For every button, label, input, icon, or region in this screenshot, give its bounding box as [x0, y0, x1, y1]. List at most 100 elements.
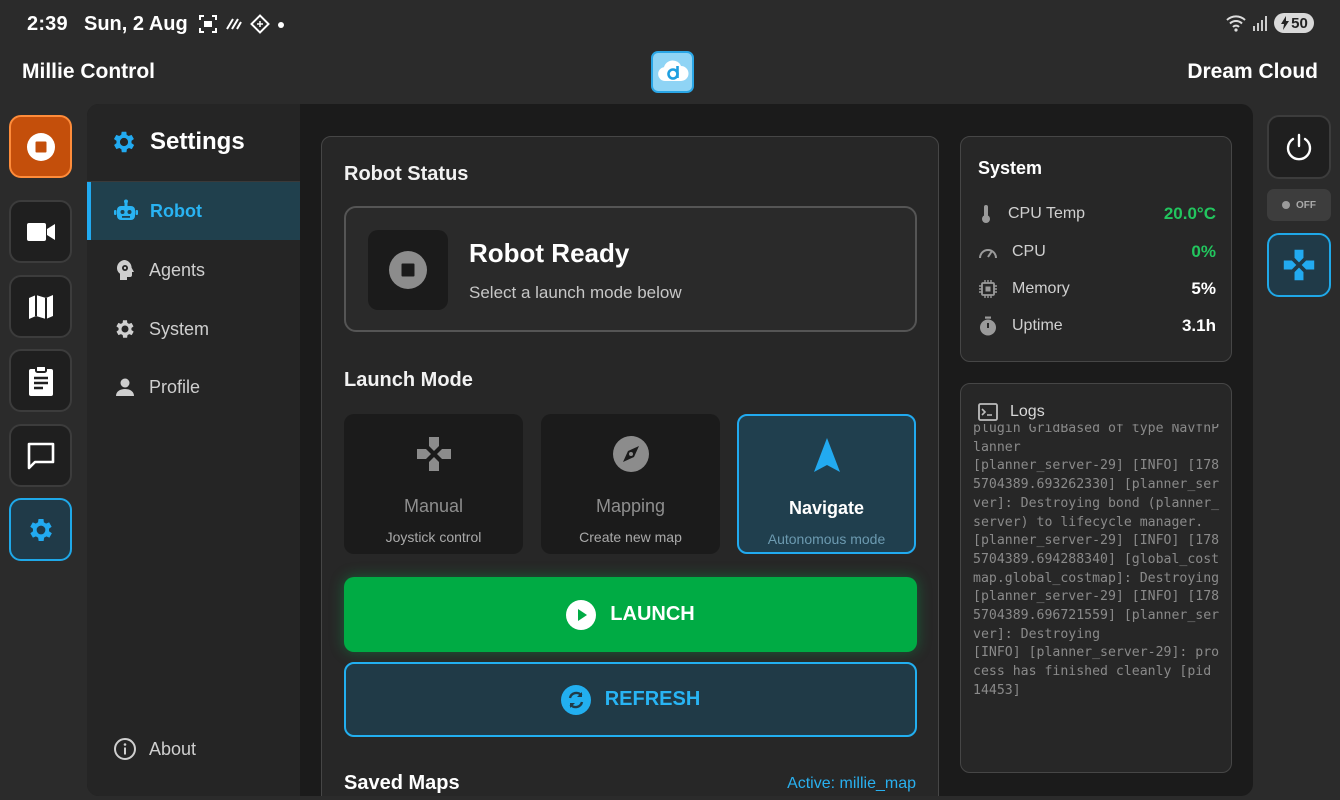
toggle-label: OFF — [1296, 199, 1316, 211]
power-toggle[interactable]: OFF — [1267, 189, 1331, 221]
system-row-value: 0% — [1191, 242, 1216, 261]
sidebar-item-label: About — [149, 738, 197, 759]
cloud-logo-icon — [657, 60, 688, 81]
toggle-dot — [1282, 201, 1290, 209]
saved-maps-heading: Saved Maps — [344, 772, 460, 794]
play-circle-icon — [566, 599, 597, 630]
system-row-value: 5% — [1191, 279, 1216, 298]
logs-title-label: Logs — [1010, 403, 1045, 420]
settings-nav-button[interactable] — [9, 498, 72, 561]
status-date: Sun, 2 Aug — [84, 13, 188, 35]
map-icon — [28, 294, 53, 319]
robot-status-title: Robot Ready — [469, 238, 630, 268]
navigation-arrow-icon — [813, 438, 840, 472]
robot-status-icon — [368, 230, 448, 310]
wifi-icon — [1226, 15, 1246, 32]
refresh-label: REFRESH — [604, 688, 701, 710]
system-row-label: CPU Temp — [1008, 205, 1086, 222]
sidebar-item-robot[interactable]: Robot — [87, 182, 300, 240]
robot-card: Robot Status Robot Ready Select a launch… — [321, 136, 939, 796]
logs-card: Logs plugin GridBased of type NavfnPlann… — [960, 383, 1232, 773]
nfc-icon — [226, 18, 242, 30]
terminal-icon — [978, 403, 998, 421]
dot-icon — [278, 22, 284, 28]
sidebar-item-label: Agents — [149, 259, 206, 280]
system-row-uptime: Uptime 3.1h — [978, 316, 1216, 336]
stop-icon — [26, 132, 55, 161]
status-notification-icons — [198, 14, 286, 34]
sidebar-item-label: System — [149, 318, 210, 339]
map-nav-button[interactable] — [9, 275, 72, 338]
power-button[interactable] — [1267, 115, 1331, 179]
system-row-label: Uptime — [1012, 317, 1063, 334]
refresh-icon — [560, 684, 591, 715]
system-row-label: Memory — [1012, 280, 1070, 297]
emergency-stop-button[interactable] — [9, 115, 72, 178]
gear-icon — [113, 131, 135, 153]
mode-name: Navigate — [788, 498, 865, 518]
sidebar-item-label: Robot — [150, 200, 202, 221]
robot-status-heading: Robot Status — [344, 163, 469, 185]
mode-name: Mapping — [595, 496, 666, 516]
sidebar-item-agents[interactable]: Agents — [87, 241, 300, 299]
robot-status-box: Robot Ready Select a launch mode below — [344, 206, 917, 332]
sidebar-item-about[interactable]: About — [87, 720, 300, 778]
screenshot-icon — [199, 15, 217, 33]
clipboard-icon — [28, 364, 53, 396]
thermometer-icon — [982, 205, 990, 223]
settings-sidebar: Settings Robot Agents System Profile Abo… — [87, 104, 300, 796]
battery-indicator: 50 — [1274, 13, 1314, 33]
mode-navigate[interactable]: Navigate Autonomous mode — [737, 414, 916, 554]
sidebar-item-label: Profile — [149, 376, 201, 397]
power-icon — [1286, 133, 1312, 161]
chip-icon — [979, 280, 997, 298]
chat-nav-button[interactable] — [9, 424, 72, 487]
launch-mode-heading: Launch Mode — [344, 369, 473, 391]
tasks-nav-button[interactable] — [9, 349, 72, 412]
status-bar: 2:39 Sun, 2 Aug 50 — [0, 0, 1340, 48]
mode-description: Autonomous mode — [767, 531, 886, 547]
diamond-icon — [250, 14, 270, 34]
sidebar-item-system[interactable]: System — [87, 300, 300, 358]
compass-icon — [612, 436, 649, 472]
mode-description: Joystick control — [385, 529, 482, 545]
video-camera-icon — [26, 222, 55, 241]
gamepad-icon — [1283, 249, 1315, 281]
robot-icon — [114, 199, 138, 220]
log-output[interactable]: plugin GridBased of type NavfnPlanner [p… — [973, 424, 1223, 701]
settings-title-label: Settings — [150, 128, 245, 155]
launch-button[interactable]: LAUNCH — [344, 577, 917, 652]
main-panel: Settings Robot Agents System Profile Abo… — [87, 104, 1253, 796]
system-card: System CPU Temp 20.0°C CPU 0% Memory 5% … — [960, 136, 1232, 362]
system-title: System — [978, 158, 1043, 178]
status-time: 2:39 — [27, 13, 68, 35]
robot-status-subtitle: Select a launch mode below — [469, 283, 682, 302]
gamepad-icon — [416, 437, 451, 471]
launch-label: LAUNCH — [610, 603, 695, 625]
mode-description: Create new map — [579, 529, 682, 545]
app-title: Millie Control — [22, 60, 155, 83]
refresh-button[interactable]: REFRESH — [344, 662, 917, 737]
agent-head-icon — [117, 260, 134, 280]
logs-title: Logs — [978, 403, 1045, 421]
chat-icon — [27, 442, 54, 469]
system-row-value: 3.1h — [1181, 316, 1216, 335]
status-system-icons: 50 — [1226, 13, 1314, 33]
dream-cloud-logo — [651, 51, 694, 93]
mode-mapping[interactable]: Mapping Create new map — [541, 414, 720, 554]
camera-nav-button[interactable] — [9, 200, 72, 263]
stop-icon — [389, 251, 427, 289]
charging-bolt-icon — [1281, 16, 1290, 30]
mode-name: Manual — [403, 496, 464, 516]
app-subtitle: Dream Cloud — [1187, 60, 1318, 83]
person-icon — [116, 378, 134, 396]
system-row-label: CPU — [1012, 243, 1046, 260]
system-row-memory: Memory 5% — [978, 279, 1216, 299]
gear-icon — [116, 320, 134, 338]
sidebar-item-profile[interactable]: Profile — [87, 358, 300, 416]
system-row-value: 20.0°C — [1163, 204, 1216, 223]
joystick-button[interactable] — [1267, 233, 1331, 297]
gear-icon — [29, 518, 52, 541]
gauge-icon — [979, 249, 997, 259]
mode-manual[interactable]: Manual Joystick control — [344, 414, 523, 554]
